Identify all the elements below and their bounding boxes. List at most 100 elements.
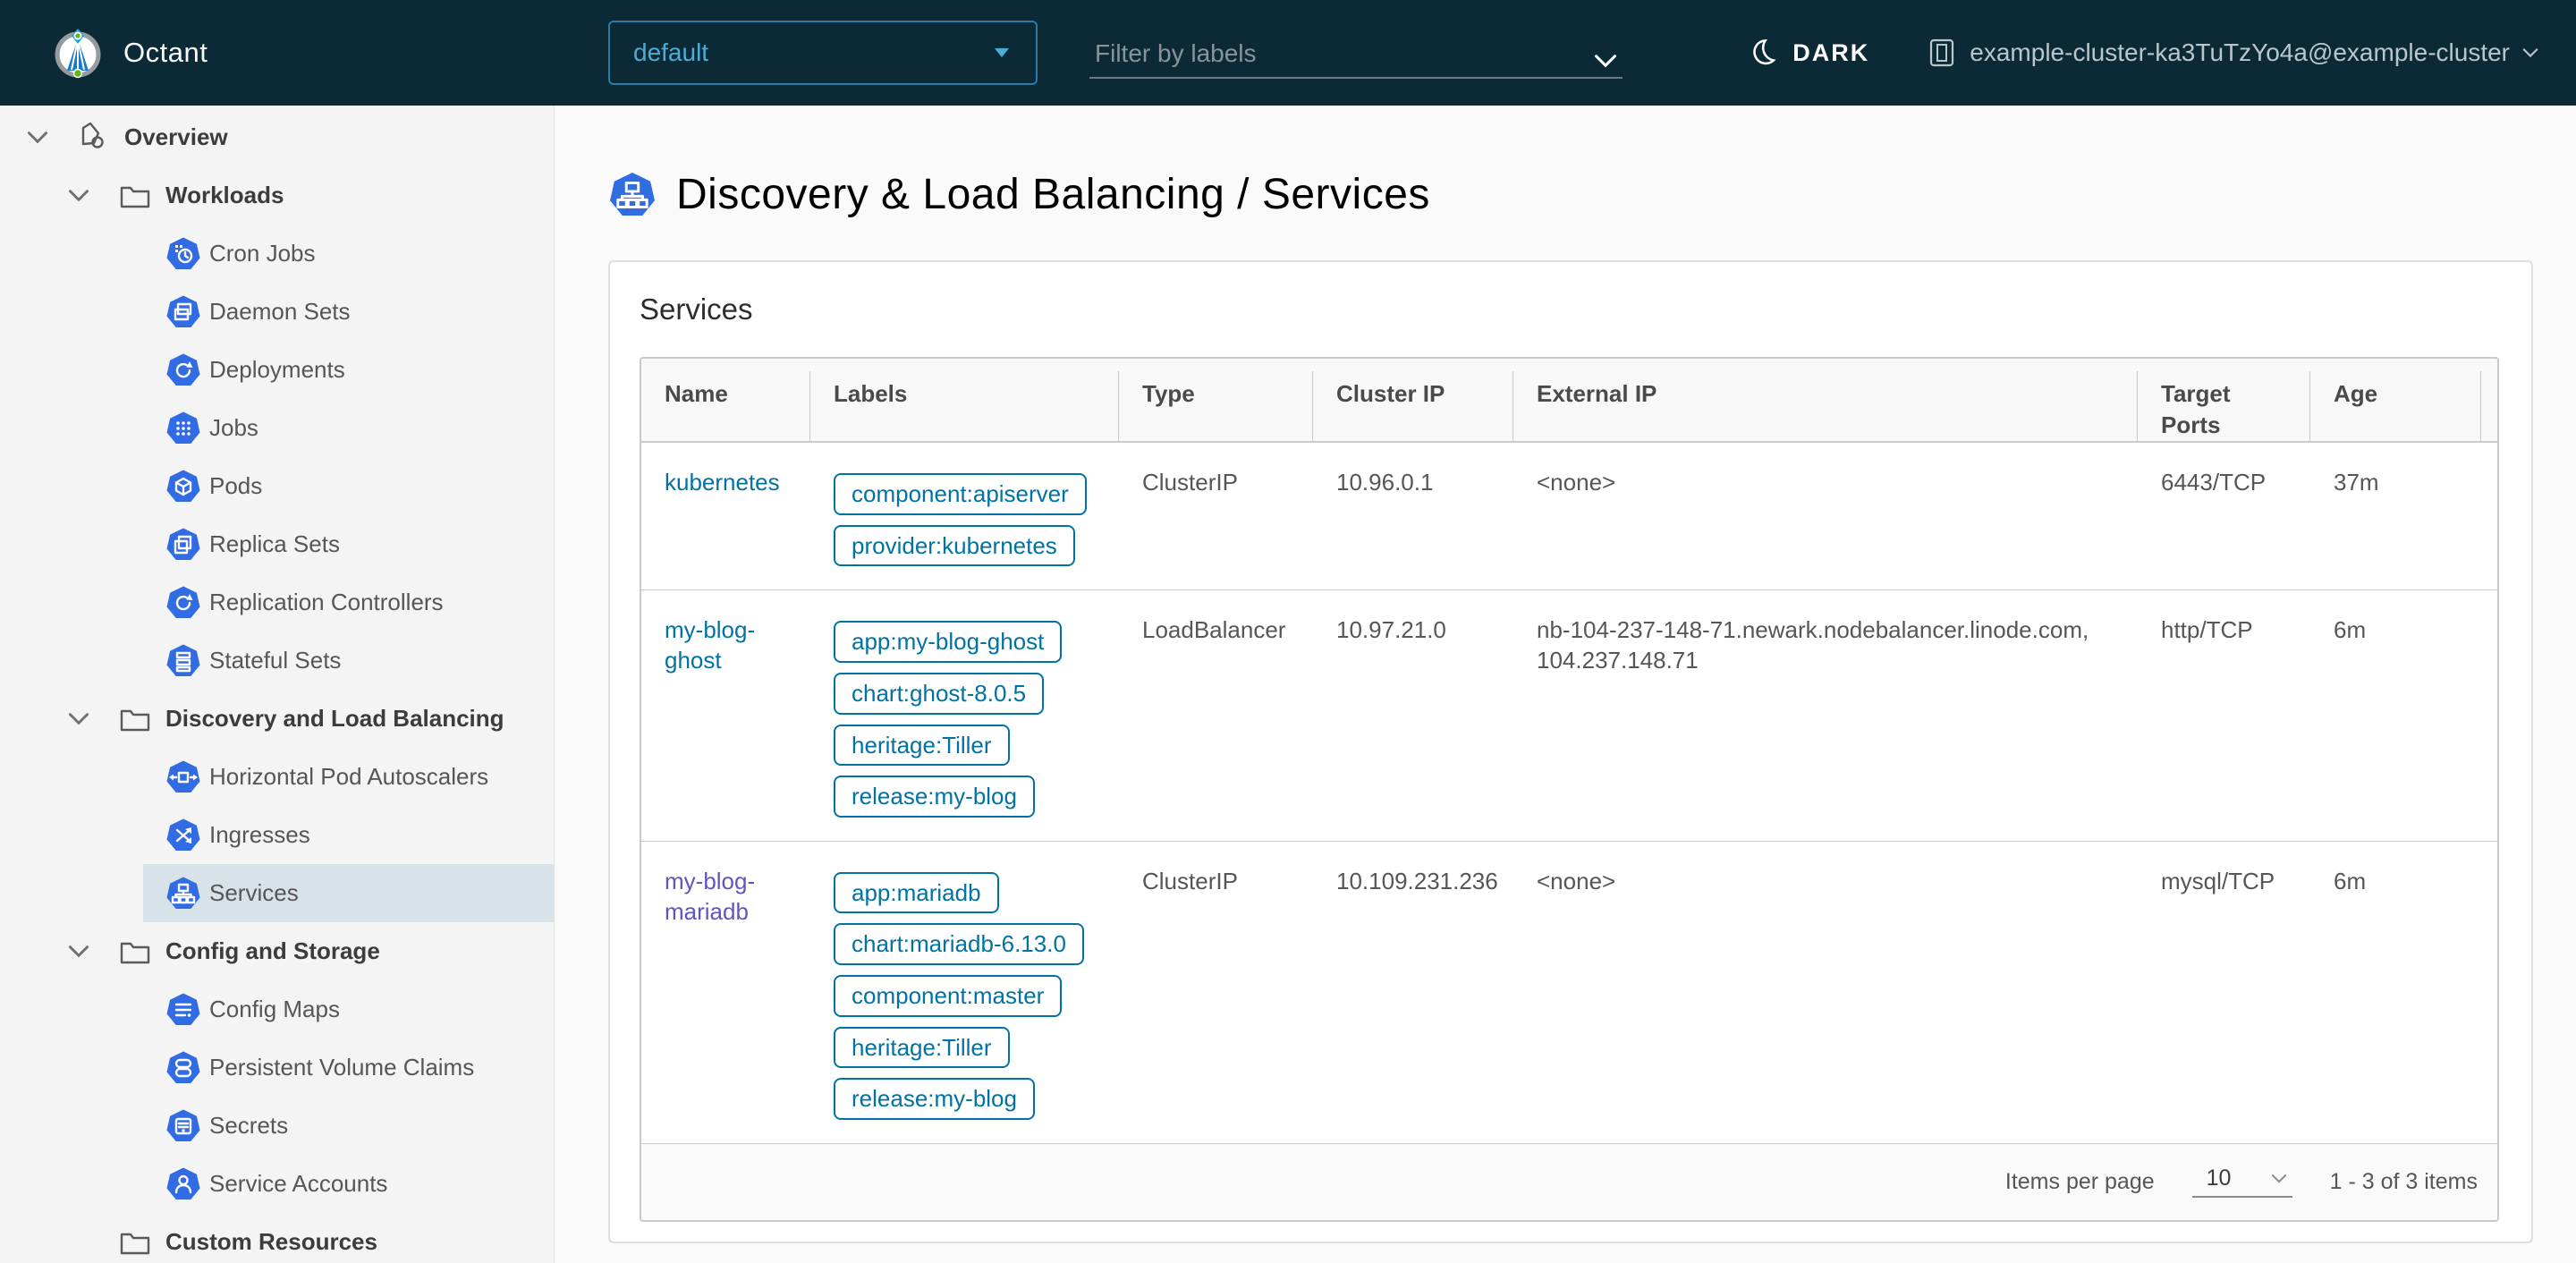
sidebar-group-workloads[interactable]: Workloads (0, 166, 554, 225)
pods-icon (166, 470, 200, 502)
label-pill[interactable]: app:my-blog-ghost (834, 621, 1063, 663)
label-filter-input[interactable]: Filter by labels (1089, 27, 1623, 79)
folder-icon (120, 942, 150, 963)
sidebar-item-pods[interactable]: Pods (143, 457, 555, 515)
label-pill[interactable]: chart:ghost-8.0.5 (834, 672, 1045, 715)
sidebar-item-replication-controllers[interactable]: Replication Controllers (143, 573, 555, 632)
sidebar-item-label: Horizontal Pod Autoscalers (209, 763, 489, 790)
sidebar-item-label: Jobs (209, 414, 258, 441)
stateful-sets-icon (166, 644, 200, 676)
config-maps-icon (166, 993, 200, 1025)
sidebar-group-label: Config and Storage (165, 937, 380, 964)
sidebar-group-config-and-storage[interactable]: Config and Storage (0, 922, 554, 980)
sidebar-item-jobs[interactable]: Jobs (143, 399, 555, 457)
app-title: Octant (123, 37, 208, 68)
folder-icon (120, 709, 150, 731)
service-age: 37m (2334, 469, 2379, 496)
services-icon (166, 877, 200, 909)
pagination-range: 1 - 3 of 3 items (2329, 1168, 2478, 1194)
moon-icon (1753, 38, 1776, 65)
chevron-down-icon[interactable] (68, 189, 89, 202)
chevron-down-icon (1595, 55, 1616, 68)
sidebar-item-label: Secrets (209, 1112, 289, 1139)
label-pills: app:my-blog-ghost chart:ghost-8.0.5 heri… (834, 621, 1101, 818)
label-pill[interactable]: release:my-blog (834, 776, 1035, 818)
chevron-down-icon[interactable] (68, 945, 89, 958)
secrets-icon (166, 1109, 200, 1141)
horizontal-pod-autoscalers-icon (166, 760, 200, 793)
service-type: ClusterIP (1142, 469, 1238, 496)
row-spacer (2481, 590, 2497, 840)
caret-down-icon (995, 47, 1009, 57)
label-pills: component:apiserver provider:kubernetes (834, 473, 1101, 567)
table-row: my-blog-ghost app:my-blog-ghost chart:gh… (641, 589, 2497, 841)
column-header-target-ports: Target Ports (2138, 359, 2310, 442)
sidebar-item-cron-jobs[interactable]: Cron Jobs (143, 225, 555, 283)
sidebar-item-overview[interactable]: Overview (0, 108, 554, 166)
cluster-selector[interactable]: example-cluster-ka3TuTzYo4a@example-clus… (1928, 38, 2576, 68)
replica-sets-icon (166, 528, 200, 560)
sidebar-item-service-accounts[interactable]: Service Accounts (143, 1155, 555, 1213)
sidebar-item-config-maps[interactable]: Config Maps (143, 980, 555, 1038)
daemon-sets-icon (166, 295, 200, 327)
label-pill[interactable]: chart:mariadb-6.13.0 (834, 923, 1084, 965)
label-pill[interactable]: component:apiserver (834, 473, 1087, 515)
service-external-ip: nb-104-237-148-71.newark.nodebalancer.li… (1537, 616, 2089, 674)
sidebar-item-label: Overview (124, 123, 228, 150)
service-link[interactable]: my-blog-ghost (665, 616, 755, 674)
table-row: kubernetes component:apiserver provider:… (641, 442, 2497, 590)
sidebar-item-persistent-volume-claims[interactable]: Persistent Volume Claims (143, 1038, 555, 1097)
sidebar-item-label: Services (209, 879, 299, 906)
namespace-select[interactable]: default (608, 21, 1038, 85)
label-pill[interactable]: provider:kubernetes (834, 524, 1075, 567)
column-header-spacer (2481, 359, 2497, 441)
label-pill[interactable]: app:mariadb (834, 871, 999, 914)
service-age: 6m (2334, 867, 2367, 894)
sidebar-item-replica-sets[interactable]: Replica Sets (143, 515, 555, 573)
sidebar-item-secrets[interactable]: Secrets (143, 1097, 555, 1155)
page-size-select[interactable]: 10 (2191, 1166, 2292, 1199)
label-pill[interactable]: release:my-blog (834, 1078, 1035, 1120)
chevron-down-icon[interactable] (68, 712, 89, 725)
sidebar-group-label: Discovery and Load Balancing (165, 705, 504, 732)
sidebar-item-deployments[interactable]: Deployments (143, 341, 555, 399)
overview-icon (81, 122, 104, 148)
sidebar-item-ingresses[interactable]: Ingresses (143, 806, 555, 864)
cron-jobs-icon (166, 237, 200, 269)
sidebar-group-discovery-load-balancing[interactable]: Discovery and Load Balancing (0, 690, 554, 748)
column-header-type: Type (1119, 359, 1313, 442)
deployments-icon (166, 353, 200, 386)
column-header-cluster-ip: Cluster IP (1313, 359, 1513, 442)
page-title: Discovery & Load Balancing / Services (676, 171, 1430, 218)
sidebar-item-label: Deployments (209, 356, 345, 383)
octant-logo (55, 29, 101, 79)
sidebar-item-horizontal-pod-autoscalers[interactable]: Horizontal Pod Autoscalers (143, 748, 555, 806)
jobs-icon (166, 411, 200, 444)
service-link[interactable]: my-blog-mariadb (665, 868, 755, 925)
label-pill[interactable]: heritage:Tiller (834, 724, 1010, 767)
sidebar-item-label: Ingresses (209, 821, 310, 848)
theme-toggle-label: DARK (1792, 38, 1870, 66)
service-target-ports: 6443/TCP (2161, 469, 2267, 496)
column-header-labels: Labels (810, 359, 1119, 442)
sidebar-group-custom-resources[interactable]: Custom Resources (0, 1213, 554, 1263)
sidebar-item-stateful-sets[interactable]: Stateful Sets (143, 632, 555, 690)
sidebar-item-label: Cron Jobs (209, 240, 316, 267)
folder-icon (120, 186, 150, 208)
sidebar-item-label: Service Accounts (209, 1170, 388, 1197)
persistent-volume-claims-icon (166, 1051, 200, 1083)
sidebar-item-label: Config Maps (209, 996, 340, 1022)
label-pill[interactable]: heritage:Tiller (834, 1026, 1010, 1069)
chevron-down-icon[interactable] (27, 131, 48, 144)
chevron-down-icon (2522, 48, 2538, 58)
row-spacer (2481, 842, 2497, 1143)
sidebar-item-label: Stateful Sets (209, 647, 342, 674)
label-filter-placeholder: Filter by labels (1095, 39, 1257, 67)
label-pill[interactable]: component:master (834, 974, 1063, 1017)
theme-toggle-button[interactable]: DARK (1748, 38, 1869, 68)
ingresses-icon (166, 818, 200, 851)
sidebar-item-daemon-sets[interactable]: Daemon Sets (143, 283, 555, 341)
page-size-value: 10 (2206, 1166, 2232, 1191)
sidebar-item-services[interactable]: Services (143, 864, 555, 922)
service-link[interactable]: kubernetes (665, 469, 780, 496)
